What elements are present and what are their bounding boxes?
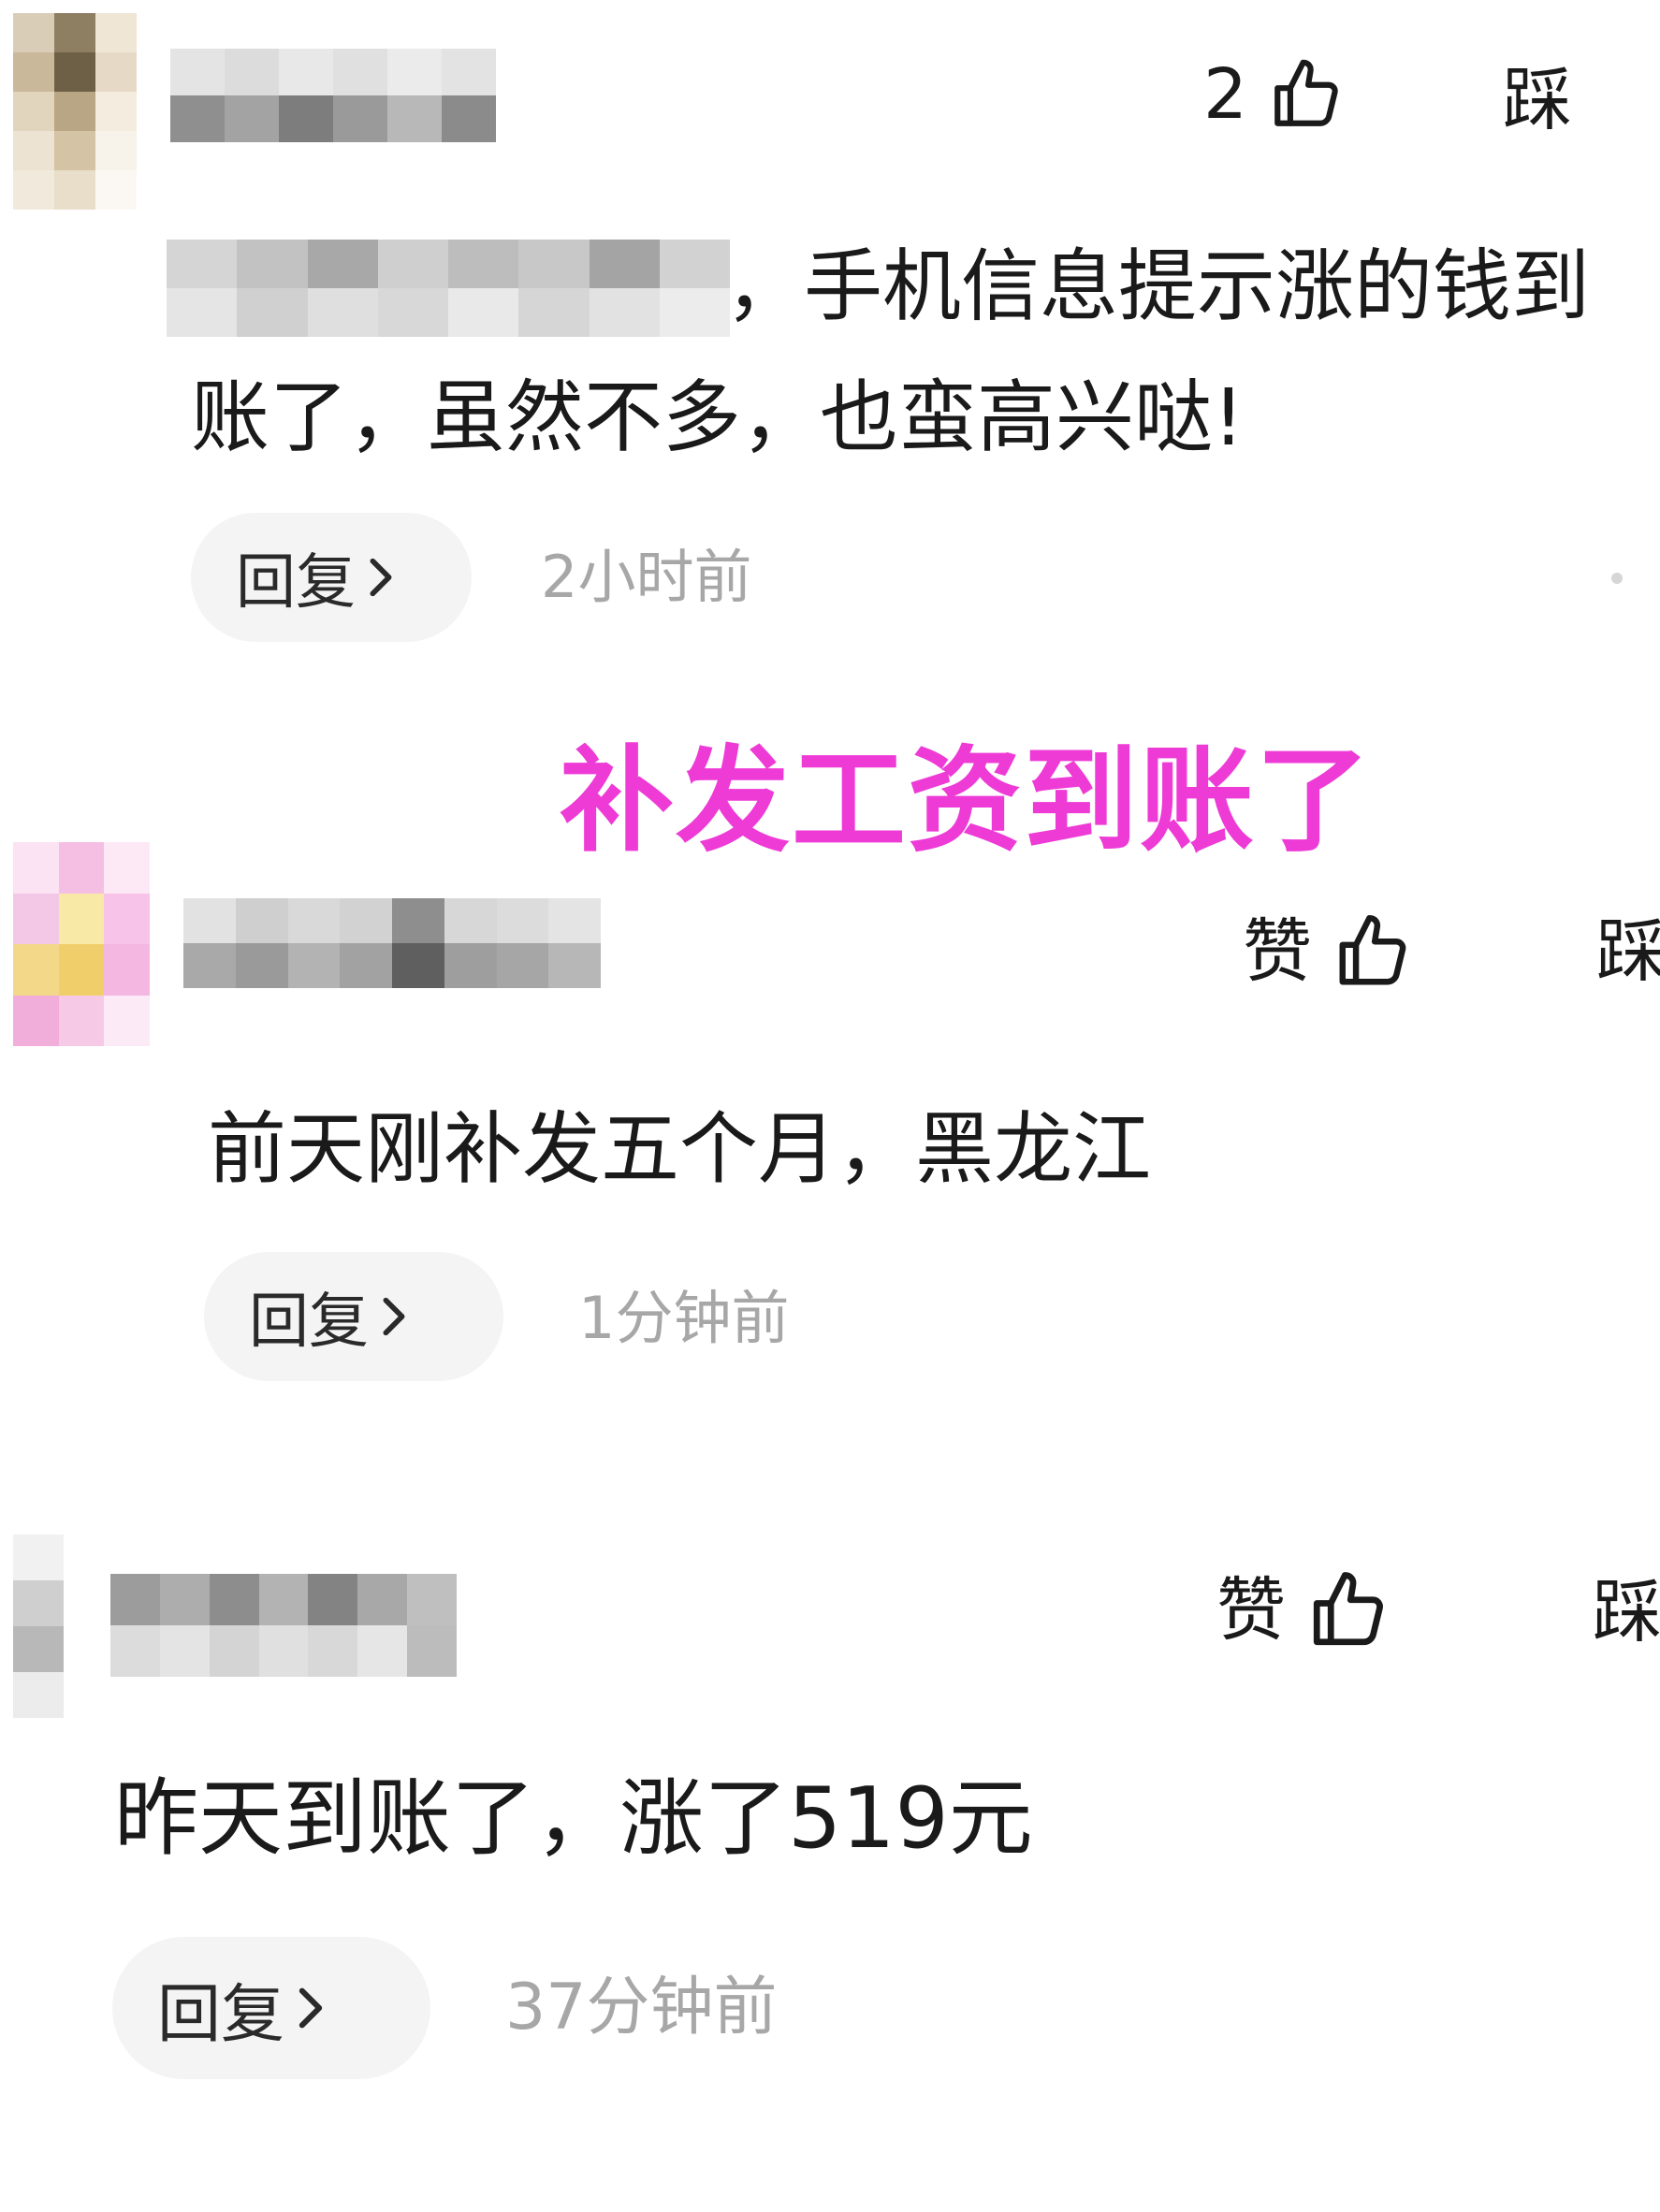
overlay-title: 补发工资到账了	[560, 735, 1372, 867]
reply-label: 回复	[157, 1977, 285, 2052]
reply-button[interactable]: 回复	[191, 513, 472, 642]
mention-blurred	[167, 240, 730, 337]
reply-label: 回复	[249, 1288, 369, 1357]
like-button[interactable]: 赞	[1216, 1568, 1391, 1652]
comment-text: 前天刚补发五个月，黑龙江	[208, 1103, 1152, 1195]
chevron-right-icon	[383, 1297, 405, 1336]
like-button[interactable]: 赞	[1243, 911, 1413, 992]
comment-text-line2: 账了，虽然不多，也蛮高兴哒!	[191, 371, 1245, 463]
like-label: 赞	[1243, 911, 1312, 992]
reply-button[interactable]: 回复	[204, 1252, 503, 1381]
chevron-right-icon	[299, 1987, 323, 2029]
dislike-button[interactable]: 踩	[1503, 65, 1572, 135]
username-blurred[interactable]	[170, 49, 496, 142]
comment-text-line1: ，手机信息提示涨的钱到	[725, 240, 1591, 332]
chevron-right-icon	[370, 558, 392, 597]
like-count: 2	[1203, 54, 1248, 135]
avatar[interactable]	[13, 842, 150, 1046]
timestamp: 2小时前	[541, 543, 752, 611]
reply-button[interactable]: 回复	[112, 1937, 430, 2079]
thumbs-up-icon	[1339, 914, 1406, 985]
reply-label: 回复	[236, 548, 356, 618]
thumbs-up-icon	[1274, 59, 1338, 126]
timestamp: 37分钟前	[505, 1971, 778, 2045]
dislike-button[interactable]: 踩	[1596, 917, 1660, 986]
like-button[interactable]: 2	[1203, 56, 1345, 133]
thumbs-up-icon	[1313, 1572, 1383, 1646]
username-blurred[interactable]	[110, 1574, 457, 1677]
more-dot[interactable]	[1611, 573, 1623, 584]
avatar[interactable]	[13, 1535, 64, 1718]
avatar[interactable]	[13, 13, 137, 210]
dislike-button[interactable]: 踩	[1593, 1578, 1660, 1647]
timestamp: 1分钟前	[578, 1284, 790, 1352]
username-blurred[interactable]	[183, 898, 601, 988]
like-label: 赞	[1216, 1570, 1286, 1651]
comment-text: 昨天到账了，涨了519元	[114, 1769, 1033, 1868]
